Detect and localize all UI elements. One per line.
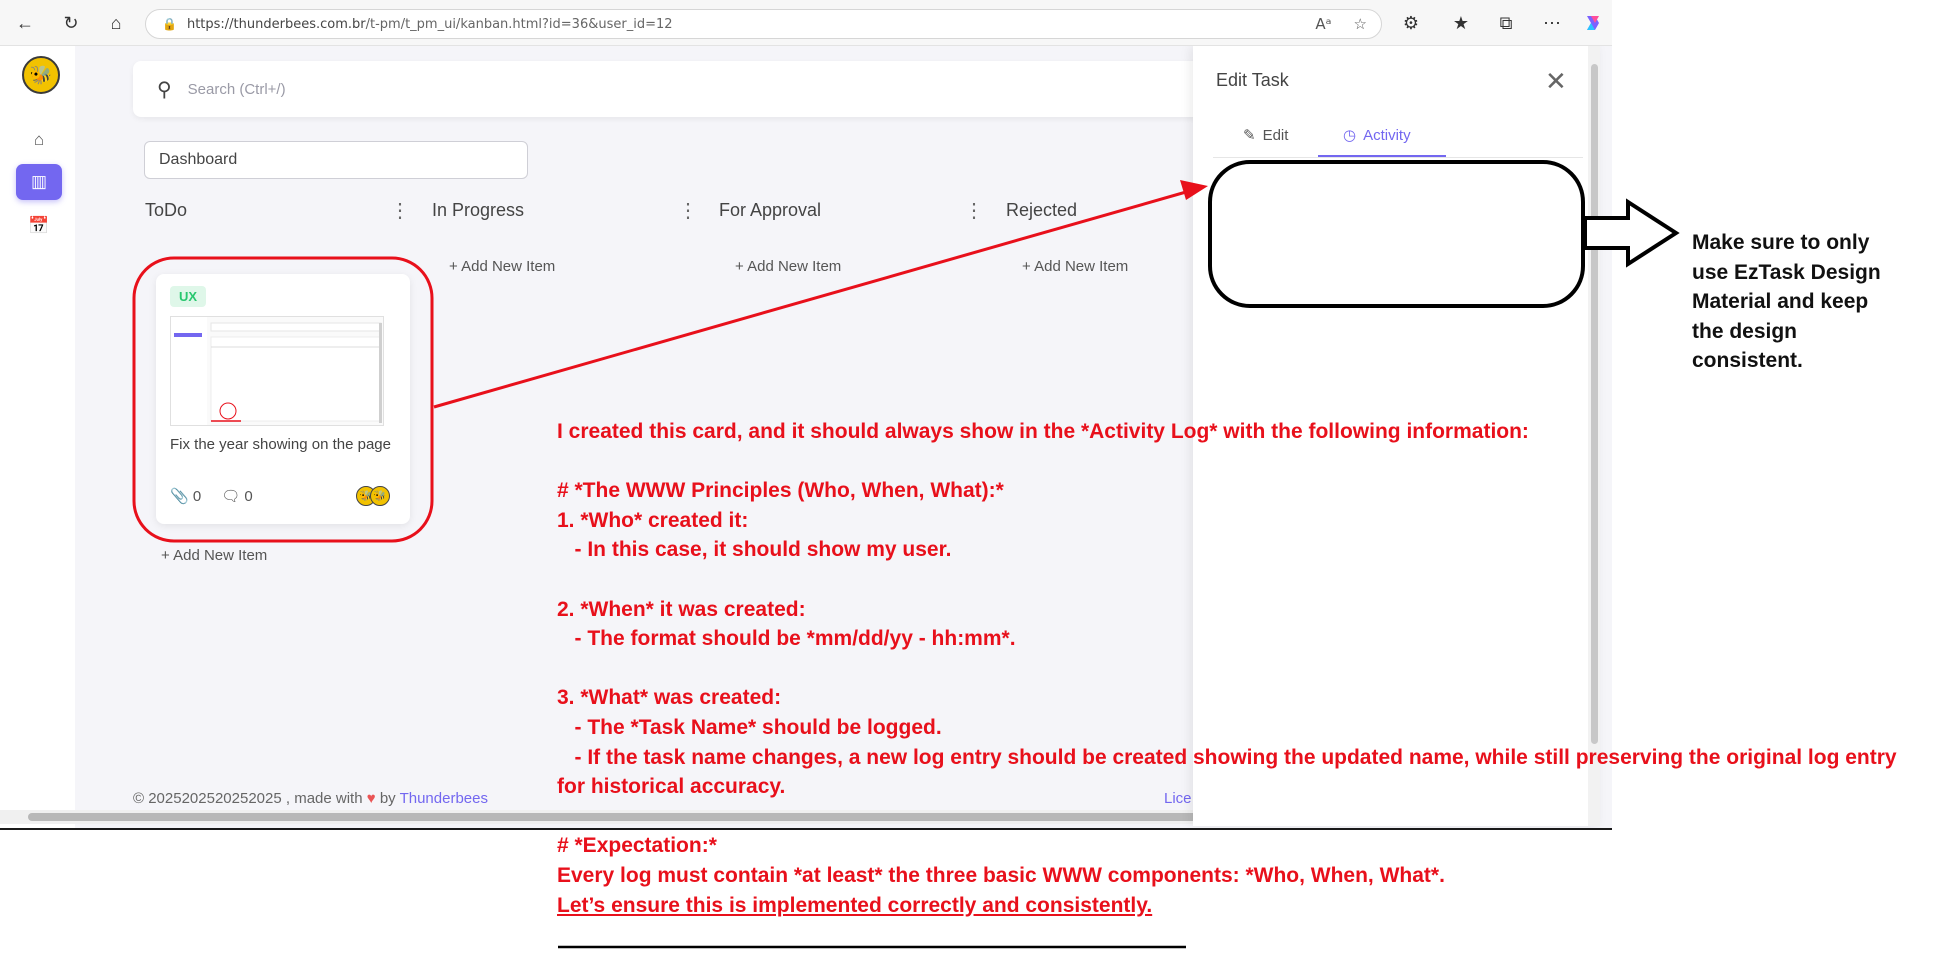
column-title-in-progress: In Progress [432, 200, 525, 220]
add-item-rejected[interactable]: + Add New Item [1022, 258, 1128, 275]
annotation-text: I created this card, and it should alway… [557, 420, 1897, 917]
favorite-star-icon[interactable]: ☆ [1354, 15, 1367, 33]
address-bar[interactable]: 🔒 https://thunderbees.com.br/t-pm/t_pm_u… [145, 9, 1382, 39]
column-title-todo: ToDo [145, 200, 188, 220]
bee-logo-icon[interactable]: 🐝 [22, 56, 60, 94]
browser-toolbar: ← ↻ ⌂ 🔒 https://thunderbees.com.br/t-pm/… [0, 0, 1612, 46]
tab-activity[interactable]: ◷ Activity [1343, 126, 1411, 145]
sidebar: 🐝 ⌂ ▥ 📅 [0, 46, 75, 828]
active-tab-indicator [1318, 155, 1446, 157]
task-card[interactable]: UX Fix the year showing on the page 📎 0 [156, 274, 410, 524]
home-nav-icon[interactable]: ⌂ [16, 122, 62, 158]
tab-edit[interactable]: ✎ Edit [1243, 126, 1288, 145]
edit-icon: ✎ [1243, 127, 1256, 144]
column-menu-icon[interactable]: ⋮ [678, 198, 698, 223]
kanban-nav-icon[interactable]: ▥ [16, 164, 62, 200]
search-icon: ⚲ [157, 78, 172, 101]
attachments-count[interactable]: 📎 0 [170, 487, 201, 505]
task-tag: UX [170, 286, 207, 307]
heart-icon: ♥ [366, 790, 376, 807]
column-title-rejected: Rejected [1006, 200, 1078, 220]
assignees: 🐝 🐝 [356, 486, 390, 506]
reload-icon[interactable]: ↻ [56, 8, 86, 38]
url-path: /t-pm/t_pm_ui/kanban.html?id=36&user_id=… [365, 16, 673, 32]
back-icon[interactable]: ← [10, 8, 40, 38]
lock-icon: 🔒 [162, 17, 177, 31]
comments-count[interactable]: 🗨 0 [221, 487, 253, 505]
column-title-for-approval: For Approval [719, 200, 822, 220]
collections-icon[interactable]: ⧉ [1491, 8, 1521, 38]
task-thumbnail [170, 316, 384, 426]
avatar[interactable]: 🐝 [370, 486, 390, 506]
tab-divider [1213, 157, 1583, 158]
column-menu-icon[interactable]: ⋮ [390, 198, 410, 223]
footer-brand-link[interactable]: Thunderbees [400, 790, 488, 807]
search-input[interactable]: Search (Ctrl+/) [188, 81, 286, 98]
add-item-for-approval[interactable]: + Add New Item [735, 258, 841, 275]
url-host: https://thunderbees.com.br [186, 16, 366, 32]
add-item-in-progress[interactable]: + Add New Item [449, 258, 555, 275]
favorites-icon[interactable]: ★ [1446, 8, 1476, 38]
extensions-icon[interactable]: ⚙ [1396, 8, 1426, 38]
column-menu-icon[interactable]: ⋮ [964, 198, 984, 223]
read-aloud-icon[interactable]: Aᵃ [1315, 15, 1331, 33]
copilot-icon[interactable] [1578, 8, 1608, 38]
screenshot-stage: ← ↻ ⌂ 🔒 https://thunderbees.com.br/t-pm/… [0, 0, 1940, 980]
annotation-final-line: Let’s ensure this is implemented correct… [557, 893, 1153, 917]
calendar-nav-icon[interactable]: 📅 [16, 208, 62, 244]
clock-icon: ◷ [1343, 127, 1357, 144]
more-icon[interactable]: ⋯ [1537, 8, 1567, 38]
home-icon[interactable]: ⌂ [101, 8, 131, 38]
footer-text: © 2025202520252025 , made with ♥ by Thun… [133, 790, 488, 807]
task-title: Fix the year showing on the page [170, 436, 391, 453]
annotation-side-note: Make sure to only use EzTask Design Mate… [1692, 231, 1881, 372]
add-item-todo[interactable]: + Add New Item [161, 547, 267, 564]
comment-icon: 🗨 [221, 488, 241, 505]
board-name-field[interactable]: Dashboard [144, 141, 528, 179]
close-icon[interactable]: ✕ [1545, 66, 1567, 97]
paperclip-icon: 📎 [170, 488, 189, 505]
drawer-title: Edit Task [1216, 70, 1289, 90]
